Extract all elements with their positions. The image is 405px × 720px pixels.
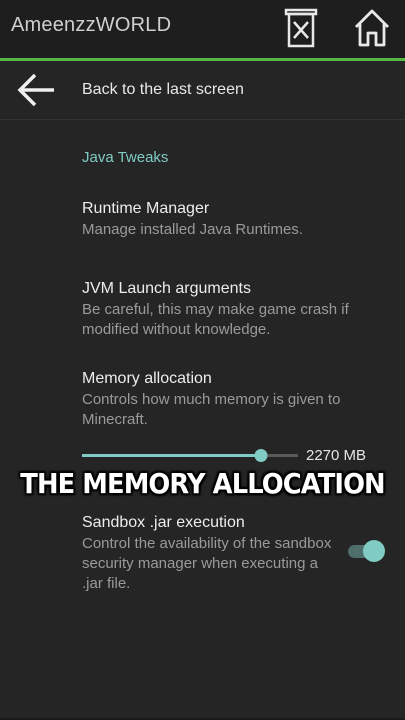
memory-value-label: 2270 MB [306,447,367,464]
pref-title: Sandbox .jar execution [82,514,245,531]
pref-sandbox-jar-execution[interactable]: Sandbox .jar execution Control the avail… [82,512,337,594]
pref-runtime-manager[interactable]: Runtime Manager Manage installed Java Ru… [82,198,382,240]
section-title-java-tweaks: Java Tweaks [82,149,169,166]
slider-thumb[interactable] [254,449,268,462]
pref-summary: Controls how much memory is given to Min… [82,391,341,428]
pref-summary: Manage installed Java Runtimes. [82,221,303,238]
toggle-knob [363,540,385,562]
pref-title: Runtime Manager [82,200,210,217]
pref-memory-allocation[interactable]: Memory allocation Controls how much memo… [82,368,377,430]
overlay-caption: THE MEMORY ALLOCATION [20,467,385,500]
top-app-bar: AmeenzzWORLD [0,0,405,58]
pref-jvm-launch-arguments[interactable]: JVM Launch arguments Be careful, this ma… [82,278,377,340]
slider-track-fill [82,454,262,457]
pref-summary: Control the availability of the sandbox … [82,535,332,592]
back-arrow-icon[interactable] [16,71,56,109]
delete-icon[interactable] [281,6,321,50]
memory-allocation-slider[interactable] [82,448,298,464]
pref-title: JVM Launch arguments [82,280,251,297]
pref-title: Memory allocation [82,370,212,387]
back-bar[interactable]: Back to the last screen [0,61,405,120]
app-title: AmeenzzWORLD [11,14,172,36]
back-label: Back to the last screen [82,81,244,98]
home-icon[interactable] [352,6,392,50]
pref-summary: Be careful, this may make game crash if … [82,301,349,338]
sandbox-toggle-switch[interactable] [346,540,386,562]
